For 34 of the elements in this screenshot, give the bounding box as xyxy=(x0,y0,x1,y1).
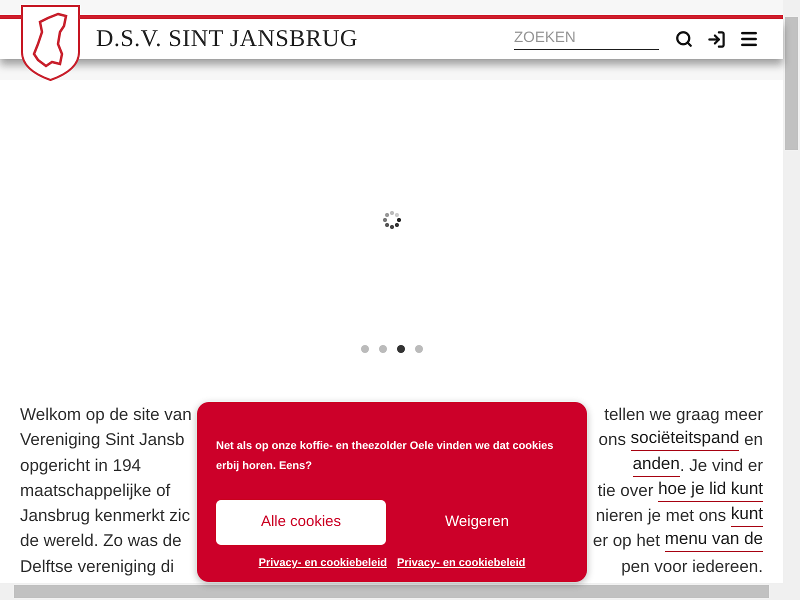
paragraph-text: pen voor iedereen. xyxy=(621,556,763,578)
search-icon[interactable] xyxy=(675,30,693,48)
text-link[interactable]: anden xyxy=(632,452,680,477)
paragraph-text: maatschappelijke of xyxy=(20,480,170,502)
accept-button[interactable]: Alle cookies xyxy=(216,500,386,545)
paragraph-text: ons xyxy=(598,429,627,452)
shield-logo-icon[interactable] xyxy=(20,4,81,82)
paragraph-text: opgericht in 194 xyxy=(20,454,141,477)
paragraph-text: Delftse vereniging di xyxy=(20,556,174,578)
cookie-message: Net als op onze koffie- en theezolder Oele vinden we dat cookies erbij horen. Eens? xyxy=(216,439,554,474)
paragraph-text: de wereld. Zo was de xyxy=(20,530,182,552)
privacy-link[interactable]: Privacy- en cookiebeleid xyxy=(397,555,526,572)
menu-icon[interactable] xyxy=(739,29,759,49)
paragraph-text: tellen we graag meer xyxy=(604,404,763,426)
site-title: D.S.V. SINT JANSBRUG xyxy=(96,25,358,54)
vertical-scrollbar[interactable] xyxy=(783,0,800,600)
decline-button[interactable]: Weigeren xyxy=(386,500,568,545)
paragraph-text: tie over xyxy=(598,480,654,502)
paragraph-text: Vereniging Sint Jansb xyxy=(20,429,184,452)
paragraph-text: Jansbrug kenmerkt zic xyxy=(20,505,190,528)
text-link[interactable]: sociëteitspand xyxy=(630,427,740,452)
text-link[interactable]: menu van de xyxy=(664,528,763,552)
text-link[interactable]: kunt xyxy=(730,503,763,528)
privacy-link[interactable]: Privacy- en cookiebeleid xyxy=(258,555,387,572)
login-icon[interactable] xyxy=(707,30,726,48)
paragraph-text: Welkom op de site van xyxy=(20,404,192,426)
loading-spinner-icon xyxy=(382,210,402,230)
search-field[interactable]: ZOEKEN xyxy=(514,28,659,50)
horizontal-scrollbar[interactable] xyxy=(0,583,783,600)
paragraph-text: nieren je met ons xyxy=(596,505,728,528)
text-link[interactable]: hoe je lid kunt xyxy=(658,478,763,502)
paragraph-text: er op het xyxy=(592,530,661,552)
paragraph-text: en xyxy=(743,429,763,452)
paragraph-text: . Je vind er xyxy=(680,454,763,477)
